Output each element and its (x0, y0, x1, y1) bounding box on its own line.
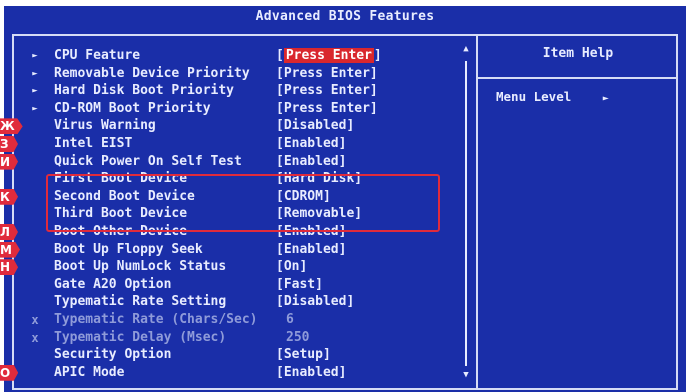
scroll-down-icon[interactable]: ▼ (462, 370, 470, 380)
setting-value[interactable]: [Enabled] (276, 364, 346, 382)
setting-row[interactable]: Boot Up Floppy Seek [Enabled] (4, 241, 474, 259)
setting-value[interactable]: [Press Enter] (276, 82, 378, 100)
setting-row[interactable]: Virus Warning [Disabled] (4, 117, 474, 135)
setting-row[interactable]: Typematic Rate Setting [Disabled] (4, 293, 474, 311)
setting-label: Typematic Rate Setting (54, 294, 227, 310)
setting-row[interactable]: Gate A20 Option [Fast] (4, 276, 474, 294)
setting-row[interactable]: x Typematic Delay (Msec) 250 (4, 329, 474, 347)
setting-label: Removable Device Priority (54, 65, 250, 81)
setting-value[interactable]: 6 (286, 311, 294, 329)
setting-value[interactable]: [Setup] (276, 346, 331, 364)
setting-label: Intel EIST (54, 136, 133, 151)
setting-value-selected[interactable]: [Press Enter] (276, 47, 382, 65)
setting-value[interactable]: [Enabled] (276, 153, 346, 171)
menu-level-arrow-icon: ► (602, 93, 609, 104)
setting-label: APIC Mode (54, 364, 125, 380)
submenu-arrow-icon: ► (32, 86, 38, 97)
menu-level-label: Menu Level (496, 89, 572, 104)
panel-divider (476, 34, 478, 390)
setting-label: Typematic Delay (Msec) (54, 329, 227, 345)
setting-row[interactable]: APIC Mode [Enabled] (4, 364, 474, 382)
submenu-arrow-icon: ► (32, 51, 38, 61)
setting-value[interactable]: [Disabled] (276, 117, 354, 135)
setting-value[interactable]: [Press Enter] (276, 100, 378, 118)
setting-label: Typematic Rate (Chars/Sec) (54, 312, 258, 327)
setting-label: Quick Power On Self Test (54, 153, 242, 169)
setting-row[interactable]: ► Removable Device Priority [Press Enter] (4, 65, 474, 83)
setting-value[interactable]: [Press Enter] (276, 65, 378, 83)
setting-value[interactable]: [Enabled] (276, 135, 346, 153)
setting-label: Boot Up Floppy Seek (54, 241, 203, 257)
setting-label: Gate A20 Option (54, 276, 172, 292)
page-title: Advanced BIOS Features (255, 9, 435, 24)
setting-row[interactable]: x Typematic Rate (Chars/Sec) 6 (4, 311, 474, 329)
menu-level: Menu Level ► (496, 89, 609, 104)
help-separator (478, 77, 678, 79)
setting-row[interactable]: Intel EIST [Enabled] (4, 135, 474, 153)
bios-screen: Advanced BIOS Features Item Help Menu Le… (0, 6, 686, 392)
setting-row[interactable]: Quick Power On Self Test [Enabled] (4, 153, 474, 171)
scrollbar[interactable] (465, 61, 467, 366)
setting-row[interactable]: Boot Up NumLock Status [On] (4, 258, 474, 276)
setting-value[interactable]: 250 (286, 329, 309, 347)
disabled-mark-icon: x (31, 330, 39, 345)
setting-label: Hard Disk Boot Priority (54, 83, 235, 99)
setting-row[interactable]: ► CPU Feature [Press Enter] (4, 47, 474, 65)
submenu-arrow-icon: ► (32, 103, 38, 114)
boot-device-highlight-box (46, 174, 440, 232)
setting-label: Boot Up NumLock Status (54, 259, 227, 275)
setting-value[interactable]: [On] (276, 258, 307, 276)
setting-row[interactable]: Security Option [Setup] (4, 346, 474, 364)
setting-value[interactable]: [Disabled] (276, 293, 354, 311)
submenu-arrow-icon: ► (32, 68, 38, 79)
disabled-mark-icon: x (31, 313, 39, 327)
setting-label: CPU Feature (54, 48, 141, 63)
setting-row[interactable]: ► CD-ROM Boot Priority [Press Enter] (4, 100, 474, 118)
item-help-title: Item Help (542, 46, 614, 61)
scroll-up-icon[interactable]: ▲ (462, 44, 470, 54)
setting-label: Security Option (54, 347, 172, 363)
setting-value[interactable]: [Enabled] (276, 241, 346, 259)
setting-label: CD-ROM Boot Priority (54, 100, 211, 116)
setting-value[interactable]: [Fast] (276, 276, 323, 294)
setting-row[interactable]: ► Hard Disk Boot Priority [Press Enter] (4, 82, 474, 100)
setting-label: Virus Warning (54, 118, 156, 134)
